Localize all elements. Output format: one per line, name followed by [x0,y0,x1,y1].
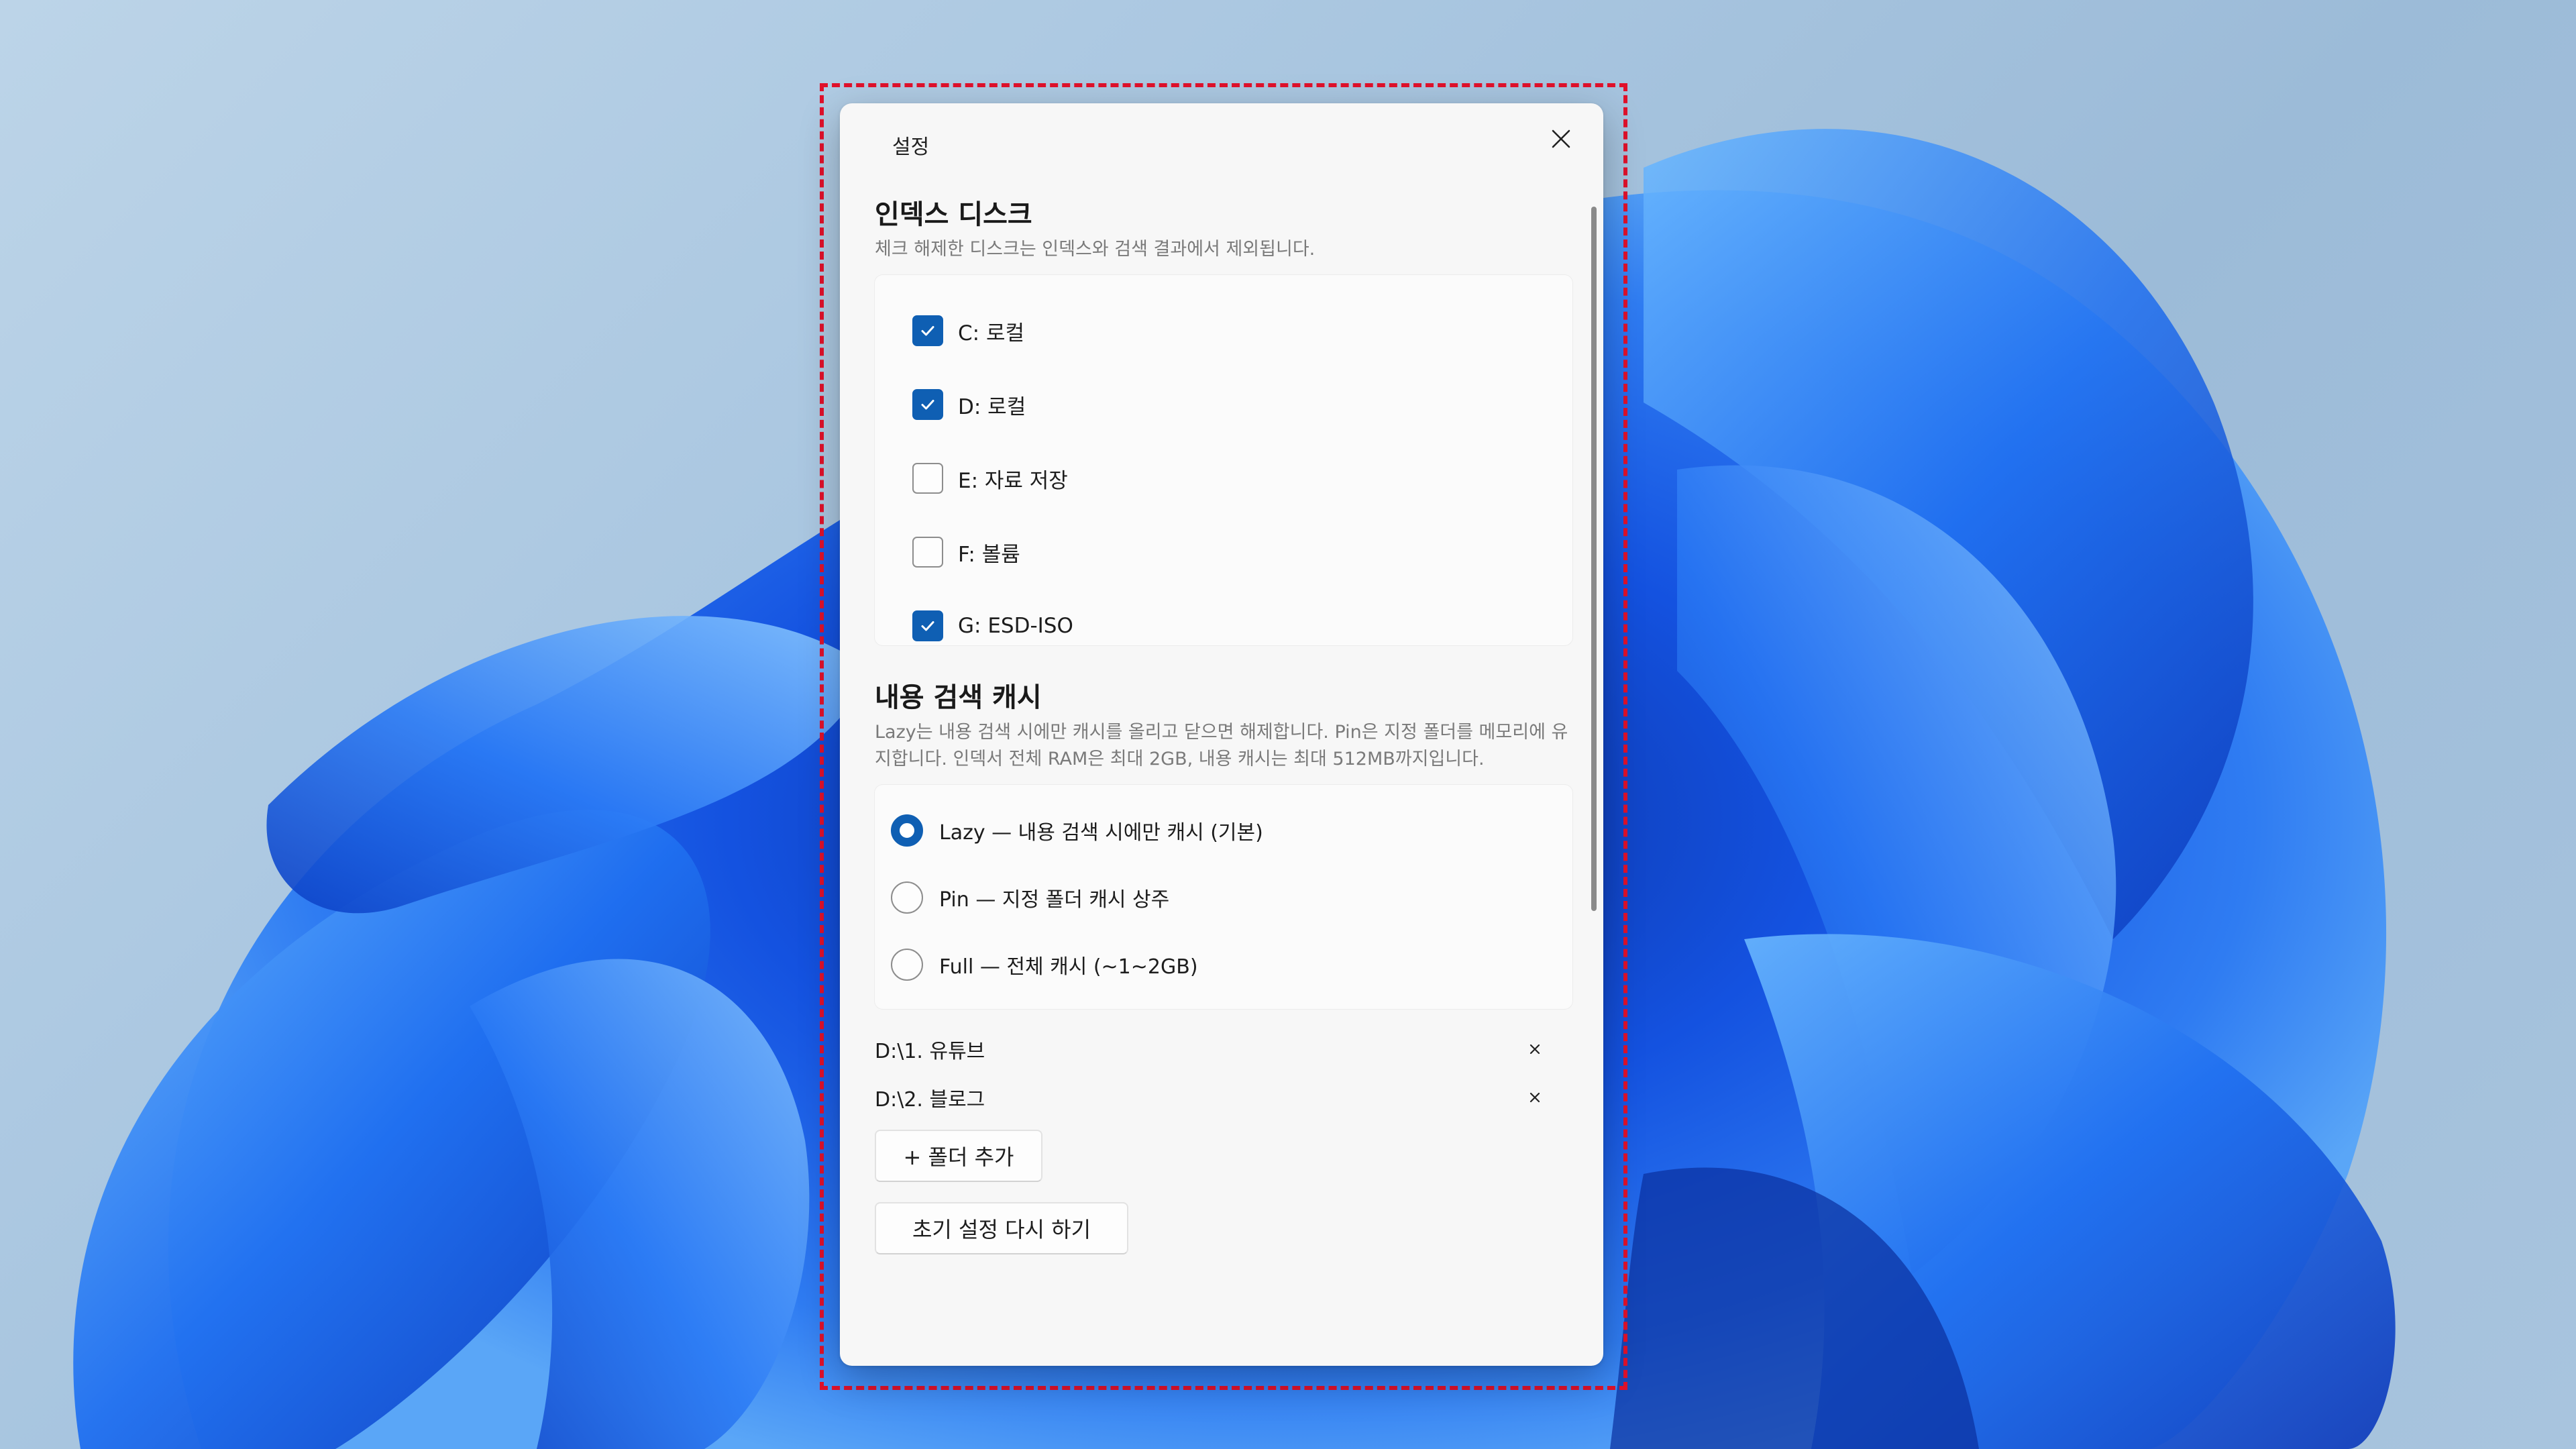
cache-option-lazy[interactable]: Lazy — 내용 검색 시에만 캐시 (기본) [875,797,1572,864]
pinned-folder-path: D:\2. 블로그 [875,1088,985,1112]
checkmark-icon [921,326,934,336]
settings-dialog: 설정 인덱스 디스크 체크 해제한 디스크는 인덱스와 검색 결과에서 제외됩니… [840,103,1603,1366]
content-cache-section: 내용 검색 캐시 Lazy는 내용 검색 시에만 캐시를 올리고 닫으면 해제합… [875,680,1572,1182]
checkmark-icon [921,400,934,410]
disk-label: E: 자료 저장 [958,468,1068,493]
disk-checkbox-d[interactable] [912,389,943,420]
disk-label: G: ESD-ISO [958,614,1073,638]
index-disks-description: 체크 해제한 디스크는 인덱스와 검색 결과에서 제외됩니다. [875,239,1316,260]
dialog-title: 설정 [892,136,930,159]
close-icon [1529,1092,1540,1103]
cache-option-label: Lazy — 내용 검색 시에만 캐시 (기본) [939,821,1263,845]
index-disks-title: 인덱스 디스크 [875,199,1032,230]
remove-folder-button[interactable] [1523,1085,1547,1110]
disk-label: F: 볼륨 [958,542,1020,567]
checkmark-icon [921,621,934,631]
disk-checkbox-g[interactable] [912,610,943,641]
disk-label: C: 로컬 [958,321,1024,345]
content-cache-description: Lazy는 내용 검색 시에만 캐시를 올리고 닫으면 해제합니다. Pin은 … [875,722,1568,769]
disk-item-e[interactable]: E: 자료 저장 [875,441,1572,515]
remove-folder-button[interactable] [1523,1037,1547,1061]
disk-item-c[interactable]: C: 로컬 [875,294,1572,368]
cache-option-pin[interactable]: Pin — 지정 폴더 캐시 상주 [875,864,1572,931]
cache-option-full[interactable]: Full — 전체 캐시 (~1~2GB) [875,931,1572,998]
pinned-folder-path: D:\1. 유튜브 [875,1040,985,1063]
disk-item-d[interactable]: D: 로컬 [875,368,1572,441]
disk-item-g[interactable]: G: ESD-ISO [875,589,1572,663]
disk-checkbox-e[interactable] [912,463,943,494]
pinned-folder-list: D:\1. 유튜브 D:\2. 블로그 [875,1025,1572,1122]
cache-option-label: Pin — 지정 폴더 캐시 상주 [939,888,1170,912]
close-button[interactable] [1535,115,1587,162]
content-cache-title: 내용 검색 캐시 [875,682,1042,713]
cache-mode-group: Lazy — 내용 검색 시에만 캐시 (기본) Pin — 지정 폴더 캐시 … [875,785,1572,1009]
disk-checkbox-c[interactable] [912,315,943,346]
settings-content: 인덱스 디스크 체크 해제한 디스크는 인덱스와 검색 결과에서 제외됩니다. … [875,197,1572,1254]
pinned-folder-item: D:\1. 유튜브 [875,1025,1572,1073]
disk-item-f[interactable]: F: 볼륨 [875,515,1572,589]
disk-checkbox-f[interactable] [912,537,943,568]
disk-list: C: 로컬 D: 로컬 E: 자료 저장 F: 볼륨 G: ESD-ISO [875,275,1572,645]
add-folder-button[interactable]: + 폴더 추가 [875,1130,1042,1182]
cache-option-label: Full — 전체 캐시 (~1~2GB) [939,955,1198,979]
cache-radio-full[interactable] [891,949,923,981]
close-icon [1552,129,1570,148]
close-icon [1529,1044,1540,1055]
pinned-folder-item: D:\2. 블로그 [875,1073,1572,1122]
cache-radio-pin[interactable] [891,881,923,914]
reset-setup-button[interactable]: 초기 설정 다시 하기 [875,1202,1128,1254]
cache-radio-lazy[interactable] [891,814,923,847]
scrollbar[interactable] [1591,207,1597,911]
disk-label: D: 로컬 [958,394,1026,419]
